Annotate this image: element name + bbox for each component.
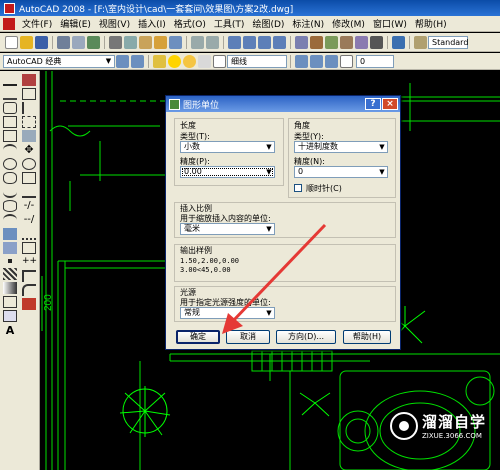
watermark-name: 溜溜自学: [422, 413, 487, 431]
annotation-arrow-overlay: [222, 223, 327, 334]
red-arrow-line: [230, 223, 327, 324]
watermark-logo-icon: [390, 411, 418, 440]
watermark-url: ZIXUE.3066.COM: [422, 432, 482, 440]
watermark: 溜溜自学 ZIXUE.3066.COM: [390, 411, 486, 440]
red-arrow-head: [222, 313, 243, 334]
